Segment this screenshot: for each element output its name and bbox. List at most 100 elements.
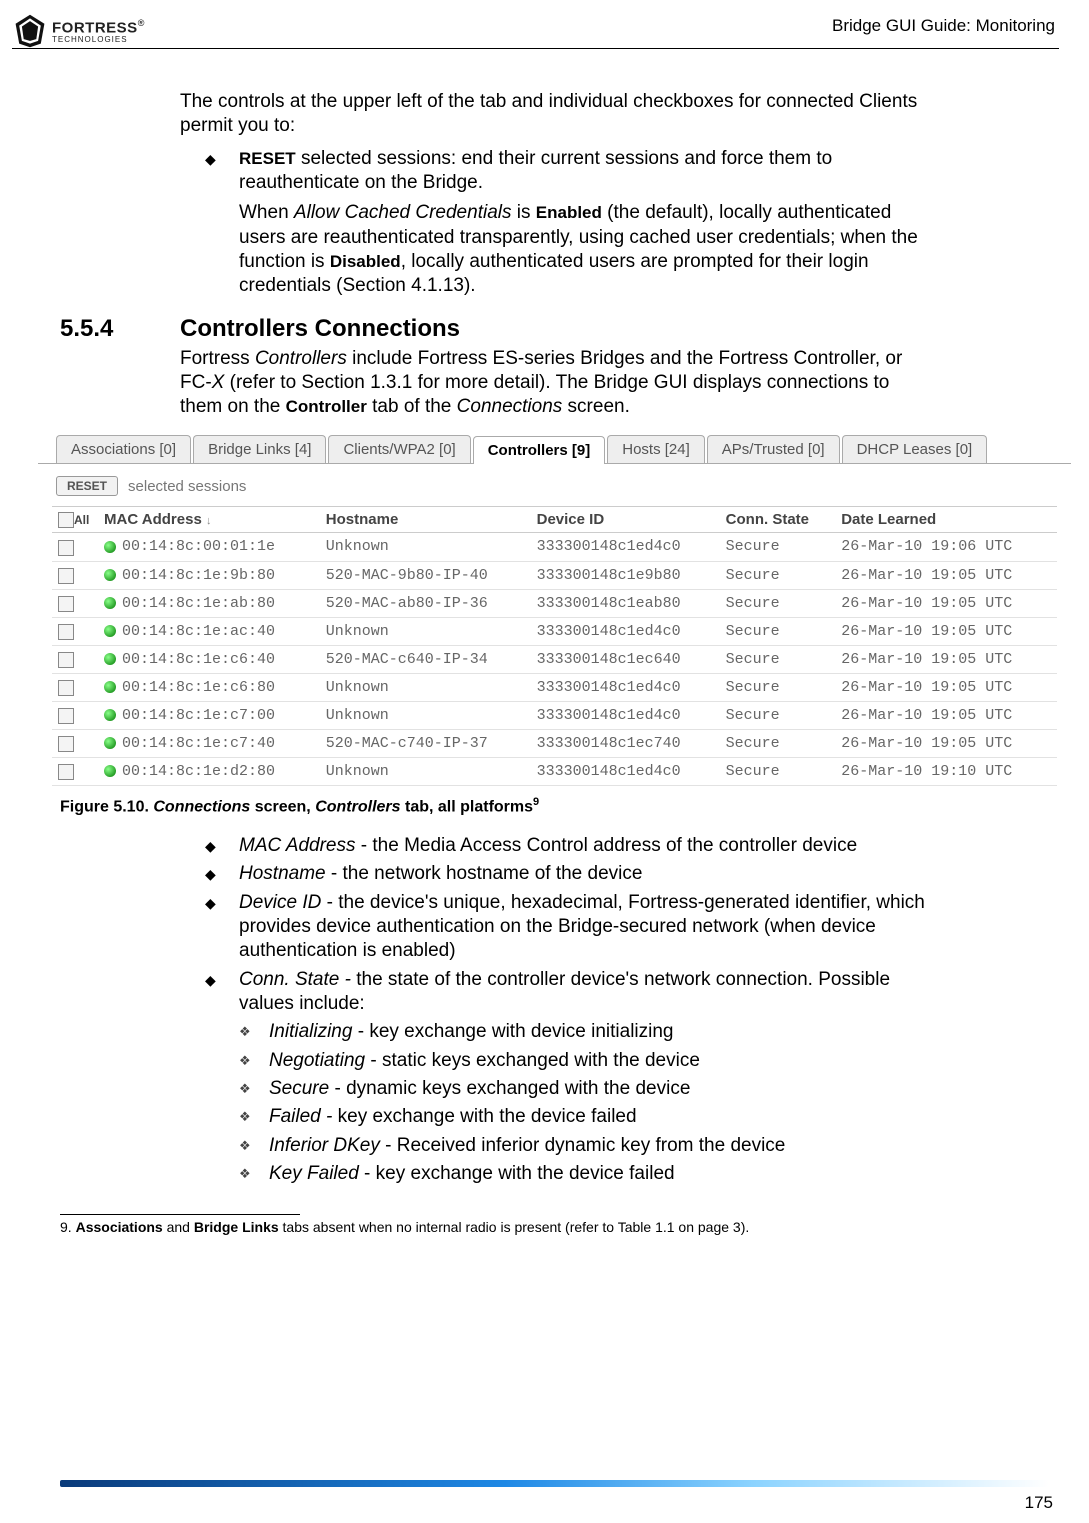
state-item: ❖Initializing - key exchange with device… [239, 1020, 929, 1044]
tab-dhcp-leases[interactable]: DHCP Leases [0] [842, 435, 988, 463]
fc-it2: Controllers [315, 798, 400, 815]
reset-keyword: RESET [239, 149, 296, 168]
brand-logo: FORTRESS® TECHNOLOGIES [12, 12, 144, 50]
reset-cont-it1: Allow Cached Credentials [294, 202, 512, 223]
definition-item: ◆MAC Address - the Media Access Control … [205, 834, 929, 858]
page-header-title: Bridge GUI Guide: Monitoring [832, 16, 1055, 36]
figure-connections: Associations [0] Bridge Links [4] Client… [38, 427, 1071, 795]
state-item: ❖Key Failed - key exchange with the devi… [239, 1162, 929, 1186]
col-conn-state[interactable]: Conn. State [720, 507, 836, 533]
fortress-icon [12, 13, 48, 49]
flower-icon: ❖ [239, 1162, 269, 1186]
sp-d: tab of the [367, 396, 457, 417]
sp-i3: Connections [457, 396, 563, 417]
table-row: 00:14:8c:1e:c7:40520-MAC-c740-IP-3733330… [52, 729, 1057, 757]
reset-cont-1: When [239, 202, 294, 223]
definition-item: ◆Hostname - the network hostname of the … [205, 862, 929, 886]
sort-asc-icon: ↓ [206, 515, 212, 527]
state-item: ❖Failed - key exchange with the device f… [239, 1105, 929, 1129]
sp-e: screen. [562, 396, 630, 417]
flower-icon: ❖ [239, 1049, 269, 1073]
diamond-icon: ◆ [205, 834, 239, 858]
definition-item: ◆Device ID - the device's unique, hexade… [205, 891, 929, 964]
fn-b1: Associations [76, 1219, 163, 1235]
section-paragraph: Fortress Controllers include Fortress ES… [180, 347, 929, 420]
col-mac[interactable]: MAC Address ↓ [98, 507, 320, 533]
definition-item: ◆Conn. State - the state of the controll… [205, 968, 929, 1017]
tab-associations[interactable]: Associations [0] [56, 435, 191, 463]
flower-icon: ❖ [239, 1020, 269, 1044]
flower-icon: ❖ [239, 1105, 269, 1129]
col-hostname[interactable]: Hostname [320, 507, 531, 533]
table-row: 00:14:8c:1e:c6:80Unknown333300148c1ed4c0… [52, 673, 1057, 701]
status-dot-icon [104, 569, 116, 581]
tab-controllers[interactable]: Controllers [9] [473, 436, 606, 464]
select-all-checkbox[interactable] [58, 512, 74, 528]
flower-icon: ❖ [239, 1077, 269, 1101]
page-number: 175 [1025, 1493, 1053, 1513]
reset-text: selected sessions: end their current ses… [239, 148, 832, 193]
table-row: 00:14:8c:1e:9b:80520-MAC-9b80-IP-4033330… [52, 561, 1057, 589]
flower-icon: ❖ [239, 1134, 269, 1158]
logo-registered: ® [138, 18, 145, 28]
fn-mid: and [163, 1219, 194, 1235]
diamond-icon: ◆ [205, 147, 239, 299]
controllers-table: All MAC Address ↓ Hostname Device ID Con… [52, 506, 1057, 785]
table-row: 00:14:8c:1e:d2:80Unknown333300148c1ed4c0… [52, 757, 1057, 785]
sp-i2: X [212, 372, 225, 393]
table-row: 00:14:8c:1e:ab:80520-MAC-ab80-IP-3633330… [52, 589, 1057, 617]
diamond-icon: ◆ [205, 862, 239, 886]
fc-mid1: screen, [250, 798, 315, 815]
row-checkbox[interactable] [58, 680, 74, 696]
status-dot-icon [104, 709, 116, 721]
logo-main-text: FORTRESS [52, 19, 138, 36]
state-item: ❖Inferior DKey - Received inferior dynam… [239, 1134, 929, 1158]
state-item: ❖Negotiating - static keys exchanged wit… [239, 1049, 929, 1073]
tab-hosts[interactable]: Hosts [24] [607, 435, 705, 463]
row-checkbox[interactable] [58, 540, 74, 556]
col-device-id[interactable]: Device ID [531, 507, 720, 533]
sp-bold: Controller [286, 397, 367, 416]
footnote-9: 9. Associations and Bridge Links tabs ab… [60, 1219, 1049, 1235]
intro-paragraph: The controls at the upper left of the ta… [180, 90, 929, 139]
sp-a: Fortress [180, 348, 255, 369]
status-dot-icon [104, 541, 116, 553]
table-row: 00:14:8c:1e:c7:00Unknown333300148c1ed4c0… [52, 701, 1057, 729]
diamond-icon: ◆ [205, 891, 239, 964]
reset-label: selected sessions [128, 478, 246, 495]
col-mac-label: MAC Address [104, 511, 202, 528]
select-all-label: All [74, 513, 89, 527]
row-checkbox[interactable] [58, 652, 74, 668]
tab-aps-trusted[interactable]: APs/Trusted [0] [707, 435, 840, 463]
tab-clients-wpa2[interactable]: Clients/WPA2 [0] [328, 435, 470, 463]
bullet-reset: ◆ RESET selected sessions: end their cur… [205, 147, 929, 299]
col-date-learned[interactable]: Date Learned [835, 507, 1057, 533]
table-row: 00:14:8c:1e:ac:40Unknown333300148c1ed4c0… [52, 617, 1057, 645]
fn-num: 9. [60, 1219, 72, 1235]
figure-caption: Figure 5.10. Connections screen, Control… [60, 796, 1049, 816]
fn-b2: Bridge Links [194, 1219, 279, 1235]
status-dot-icon [104, 737, 116, 749]
footer-gradient-bar [60, 1480, 1049, 1487]
row-checkbox[interactable] [58, 764, 74, 780]
reset-button[interactable]: RESET [56, 476, 118, 496]
row-checkbox[interactable] [58, 708, 74, 724]
tab-bridge-links[interactable]: Bridge Links [4] [193, 435, 326, 463]
footnote-divider [60, 1214, 300, 1215]
row-checkbox[interactable] [58, 568, 74, 584]
section-number: 5.5.4 [60, 315, 180, 343]
status-dot-icon [104, 653, 116, 665]
row-checkbox[interactable] [58, 736, 74, 752]
row-checkbox[interactable] [58, 596, 74, 612]
fc-prefix: Figure 5.10. [60, 798, 153, 815]
status-dot-icon [104, 681, 116, 693]
reset-cont-2: is [511, 202, 535, 223]
table-row: 00:14:8c:1e:c6:40520-MAC-c640-IP-3433330… [52, 645, 1057, 673]
fn-rest: tabs absent when no internal radio is pr… [279, 1219, 750, 1235]
header-divider [12, 48, 1059, 49]
sp-i1: Controllers [255, 348, 347, 369]
logo-sub-text: TECHNOLOGIES [52, 36, 144, 43]
status-dot-icon [104, 765, 116, 777]
row-checkbox[interactable] [58, 624, 74, 640]
fc-it1: Connections [153, 798, 250, 815]
